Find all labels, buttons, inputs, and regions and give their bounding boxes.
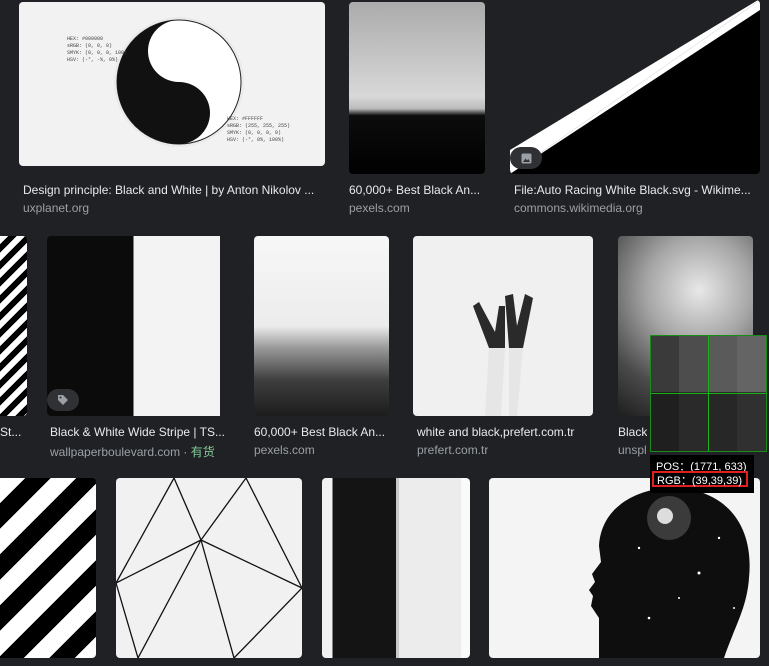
note-white-1: HEX: #FFFFFF <box>227 116 263 122</box>
color-picker-readout: POS：(1771, 633) RGB：(39,39,39) <box>650 455 754 493</box>
tag-icon <box>58 395 68 405</box>
forest-image[interactable] <box>254 236 389 416</box>
result-title[interactable]: Design principle: Black and White | by A… <box>23 183 323 197</box>
image-icon <box>521 153 531 163</box>
result-card-7[interactable]: white and black,prefert.com.tr prefert.c… <box>413 236 593 458</box>
magnifier-pixel <box>737 336 766 392</box>
result-title[interactable]: Black & White Wide Stripe | TS... <box>50 425 226 439</box>
cosmic-head-image[interactable] <box>489 478 760 658</box>
result-title[interactable]: File:Auto Racing White Black.svg - Wikim… <box>514 183 759 197</box>
availability-label: · 有货 <box>183 445 215 458</box>
cosmic-head-illustration <box>589 487 750 658</box>
result-title[interactable]: St... <box>0 425 21 439</box>
magnifier-pixel <box>679 336 708 392</box>
yinyang-image[interactable]: HEX: #000000 sRGB: (0, 0, 0) SMYK: (0, 0… <box>19 2 325 166</box>
rgb-readout: RGB：(39,39,39) <box>652 471 748 487</box>
result-title[interactable]: white and black,prefert.com.tr <box>417 425 593 439</box>
hands-image[interactable] <box>413 236 593 416</box>
color-picker-magnifier <box>650 335 767 452</box>
diagonal-illustration <box>510 0 760 174</box>
result-title[interactable]: 60,000+ Best Black An... <box>254 425 388 439</box>
tag-badge <box>47 389 79 411</box>
result-source[interactable]: wallpaperboulevard.com <box>50 445 180 458</box>
result-source[interactable]: uxplanet.org <box>23 201 89 215</box>
result-source[interactable]: prefert.com.tr <box>417 443 488 457</box>
result-source[interactable]: pexels.com <box>349 201 410 215</box>
result-source[interactable]: pexels.com <box>254 443 315 457</box>
note-black-2: sRGB: (0, 0, 0) <box>67 43 112 49</box>
result-source[interactable]: commons.wikimedia.org <box>514 201 643 215</box>
crosshair-horizontal <box>651 393 766 394</box>
note-white-2: sRGB: (255, 255, 255) <box>227 123 290 129</box>
result-card-5[interactable]: Black & White Wide Stripe | TS... wallpa… <box>47 236 227 458</box>
magnifier-pixel <box>651 392 679 451</box>
magnifier-pixel <box>679 392 708 451</box>
magnifier-pixel <box>708 392 737 451</box>
note-black-4: HSV: (-°, -%, 0%) <box>67 57 118 63</box>
note-black-3: SMYK: (0, 0, 0, 100) <box>67 50 127 56</box>
yinyang-illustration: HEX: #000000 sRGB: (0, 0, 0) SMYK: (0, 0… <box>67 17 290 147</box>
diagonal-stripes-image[interactable] <box>0 478 96 658</box>
wide-stripe-image[interactable] <box>47 236 227 416</box>
geometric-lines-image[interactable] <box>116 478 302 658</box>
image-badge <box>510 147 542 169</box>
magnifier-pixel <box>737 392 766 451</box>
result-card-6[interactable]: 60,000+ Best Black An... pexels.com <box>254 236 389 458</box>
result-source[interactable]: unspl <box>618 443 647 457</box>
result-source-row[interactable]: wallpaperboulevard.com · 有货 <box>50 443 215 458</box>
result-card-11[interactable] <box>322 478 470 658</box>
result-card-12[interactable] <box>489 478 760 658</box>
result-title[interactable]: 60,000+ Best Black An... <box>349 183 485 197</box>
note-black-1: HEX: #000000 <box>67 36 103 42</box>
hands-illustration <box>473 294 533 416</box>
spiral-image[interactable] <box>0 236 27 416</box>
result-card-1[interactable]: HEX: #000000 sRGB: (0, 0, 0) SMYK: (0, 0… <box>19 2 325 216</box>
magnifier-pixel <box>651 336 679 392</box>
geometric-lines-illustration <box>116 478 302 658</box>
stripe-pattern-image[interactable] <box>322 478 470 658</box>
note-white-3: SMYK: (0, 0, 0, 0) <box>227 130 281 136</box>
result-card-10[interactable] <box>116 478 302 658</box>
magnifier-pixel <box>708 336 737 392</box>
note-white-4: HSV: (-°, 0%, 100%) <box>227 137 284 143</box>
diagonal-image[interactable] <box>510 0 760 174</box>
result-card-2[interactable]: 60,000+ Best Black An... pexels.com <box>349 2 485 216</box>
horizon-image[interactable] <box>349 2 485 174</box>
result-card-9[interactable] <box>0 478 96 658</box>
result-title[interactable]: Black <box>618 425 647 439</box>
result-card-4[interactable]: St... <box>0 236 27 458</box>
result-card-3[interactable]: File:Auto Racing White Black.svg - Wikim… <box>510 0 760 216</box>
